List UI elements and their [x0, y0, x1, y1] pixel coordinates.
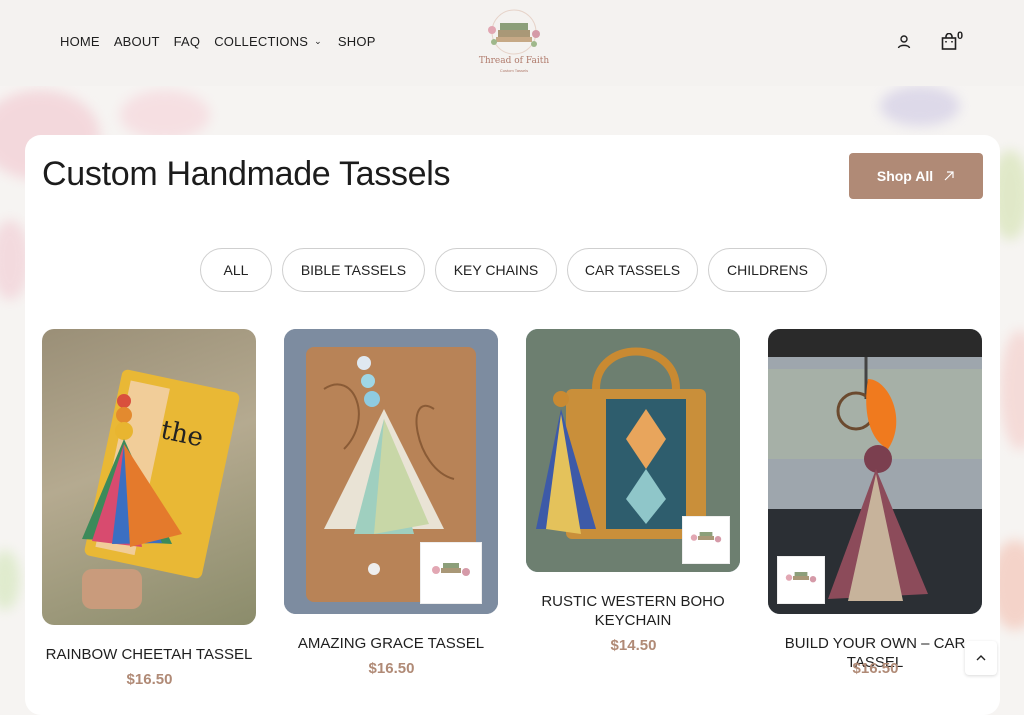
- brand-logo-icon: [785, 572, 817, 583]
- scroll-to-top-button[interactable]: [965, 641, 997, 675]
- decorative-leaf: [0, 550, 20, 610]
- filter-key-chains[interactable]: KEY CHAINS: [435, 248, 557, 292]
- brand-logo-icon: [432, 563, 470, 576]
- tassel-book-illustration: the: [82, 369, 240, 609]
- cart-icon[interactable]: [940, 33, 958, 51]
- product-name[interactable]: RUSTIC WESTERN BOHO KEYCHAIN: [513, 592, 753, 630]
- brand-badge: [682, 516, 730, 564]
- product-image[interactable]: [768, 329, 982, 614]
- shop-all-button[interactable]: Shop All: [849, 153, 983, 199]
- brand-badge: [777, 556, 825, 604]
- logo-subtext: Custom Tassels: [499, 68, 529, 73]
- shop-all-label: Shop All: [876, 168, 934, 184]
- nav-home[interactable]: HOME: [60, 34, 100, 49]
- main-nav: HOME ABOUT FAQ COLLECTIONS ⌄ SHOP: [60, 34, 390, 49]
- product-price: $16.50: [852, 660, 899, 677]
- filter-bible-tassels[interactable]: BIBLE TASSELS: [282, 248, 425, 292]
- nav-faq[interactable]: FAQ: [174, 34, 201, 49]
- page-title: Custom Handmade Tassels: [42, 155, 451, 193]
- brand-badge: [420, 542, 482, 604]
- nav-shop[interactable]: SHOP: [338, 34, 376, 49]
- product-name[interactable]: AMAZING GRACE TASSEL: [271, 634, 511, 653]
- product-price: $14.50: [610, 637, 657, 654]
- chevron-down-icon: ⌄: [314, 36, 322, 46]
- product-image[interactable]: [526, 329, 740, 572]
- brand-logo-icon: [690, 532, 722, 543]
- logo-mark: [488, 9, 540, 55]
- chevron-up-icon: [976, 655, 986, 661]
- decorative-flower: [880, 86, 960, 126]
- nav-collections[interactable]: COLLECTIONS ⌄: [214, 34, 322, 49]
- decorative-flower: [120, 90, 210, 140]
- site-logo[interactable]: Thread of Faith Custom Tassels: [478, 8, 550, 74]
- logo-text: Thread of Faith: [478, 56, 550, 66]
- filter-all[interactable]: ALL: [200, 248, 272, 292]
- nav-about[interactable]: ABOUT: [114, 34, 160, 49]
- arrow-up-right-icon: [944, 171, 954, 181]
- nav-collections-label: COLLECTIONS: [214, 34, 309, 49]
- product-name[interactable]: RAINBOW CHEETAH TASSEL: [29, 645, 269, 664]
- site-header: HOME ABOUT FAQ COLLECTIONS ⌄ SHOP Thread …: [0, 0, 1024, 86]
- filter-childrens[interactable]: CHILDRENS: [708, 248, 827, 292]
- user-icon[interactable]: [896, 34, 912, 50]
- product-price: $16.50: [126, 671, 173, 688]
- filter-tabs: ALL BIBLE TASSELS KEY CHAINS CAR TASSELS…: [200, 248, 827, 292]
- cart-count-badge: 0: [957, 30, 964, 42]
- filter-car-tassels[interactable]: CAR TASSELS: [567, 248, 698, 292]
- product-image[interactable]: [284, 329, 498, 614]
- product-image[interactable]: the: [42, 329, 256, 625]
- decorative-flower: [1000, 330, 1024, 450]
- product-price: $16.50: [368, 660, 415, 677]
